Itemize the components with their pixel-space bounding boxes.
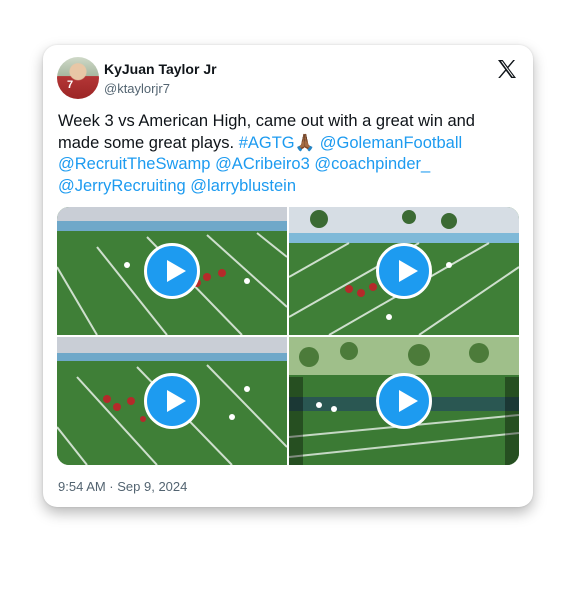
video-thumbnail[interactable] [289, 337, 519, 465]
tweet-card[interactable]: 7 KyJuan Taylor Jr @ktaylorjr7 Week 3 vs… [43, 45, 533, 507]
x-logo-icon[interactable] [495, 57, 519, 81]
video-thumbnail[interactable] [289, 207, 519, 335]
play-icon[interactable] [144, 243, 200, 299]
mention-link[interactable]: @ACribeiro3 [215, 155, 310, 173]
play-icon[interactable] [376, 373, 432, 429]
author-handle[interactable]: @ktaylorjr7 [104, 81, 170, 96]
emoji: 🙏🏾 [294, 133, 316, 152]
mention-link[interactable]: @larryblustein [190, 177, 296, 195]
mention-link[interactable]: @RecruitTheSwamp [58, 155, 210, 173]
media-grid [57, 207, 519, 465]
tweet-timestamp[interactable]: 9:54 AM · Sep 9, 2024 [58, 479, 187, 494]
mention-link[interactable]: @coachpinder_ [314, 155, 430, 173]
avatar[interactable]: 7 [57, 57, 99, 99]
mention-link[interactable]: @GolemanFootball [320, 134, 462, 152]
tweet-text: Week 3 vs American High, came out with a… [58, 111, 520, 197]
play-icon[interactable] [144, 373, 200, 429]
hashtag-link[interactable]: #AGTG [239, 134, 295, 152]
author-name[interactable]: KyJuan Taylor Jr [104, 61, 217, 77]
video-thumbnail[interactable] [57, 337, 287, 465]
video-thumbnail[interactable] [57, 207, 287, 335]
mention-link[interactable]: @JerryRecruiting [58, 177, 186, 195]
avatar-jersey-number: 7 [67, 79, 74, 91]
play-icon[interactable] [376, 243, 432, 299]
